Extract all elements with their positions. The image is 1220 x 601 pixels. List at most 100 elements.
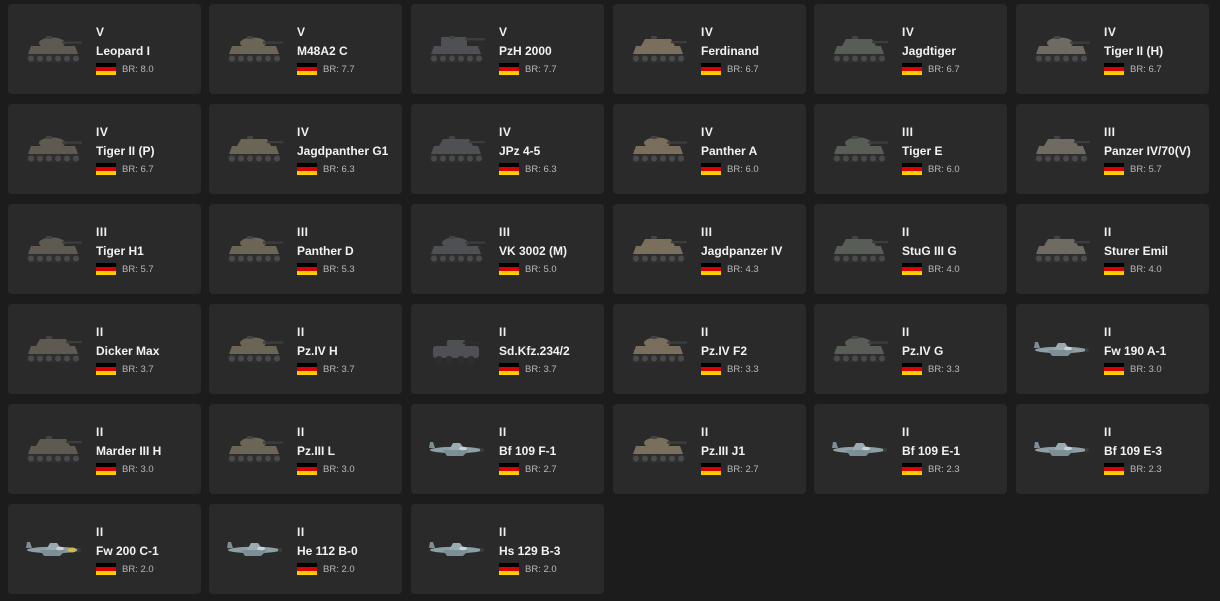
vehicle-rank: II (701, 425, 709, 439)
vehicle-card[interactable]: V M48A2 C BR: 7.7 (209, 4, 402, 94)
tank-destroyer-icon (1028, 226, 1094, 270)
vehicle-card[interactable]: II Pz.IV H BR: 3.7 (209, 304, 402, 394)
vehicle-card[interactable]: II Bf 109 E-3 BR: 2.3 (1016, 404, 1209, 494)
vehicle-rank: IV (499, 125, 512, 139)
vehicle-rank: II (96, 325, 104, 339)
vehicle-card[interactable]: II Pz.III J1 BR: 2.7 (613, 404, 806, 494)
vehicle-card[interactable]: II Dicker Max BR: 3.7 (8, 304, 201, 394)
vehicle-card[interactable]: II Fw 200 C-1 BR: 2.0 (8, 504, 201, 594)
vehicle-rank: III (1104, 125, 1116, 139)
vehicle-rank: II (499, 325, 507, 339)
germany-flag-icon (297, 263, 317, 275)
vehicle-meta: BR: 3.7 (499, 363, 557, 375)
vehicle-card[interactable]: II Sd.Kfz.234/2 BR: 3.7 (411, 304, 604, 394)
germany-flag-icon (297, 63, 317, 75)
vehicle-card[interactable]: III VK 3002 (M) BR: 5.0 (411, 204, 604, 294)
vehicle-meta: BR: 6.3 (499, 163, 557, 175)
vehicle-rank: IV (701, 25, 714, 39)
vehicle-name: Bf 109 E-3 (1104, 444, 1163, 458)
germany-flag-icon (902, 63, 922, 75)
vehicle-rank: III (701, 225, 713, 239)
germany-flag-icon (297, 563, 317, 575)
vehicle-rank: II (902, 425, 910, 439)
vehicle-meta: BR: 7.7 (499, 63, 557, 75)
vehicle-card[interactable]: II Pz.IV G BR: 3.3 (814, 304, 1007, 394)
vehicle-name: Fw 200 C-1 (96, 544, 159, 558)
vehicle-name: Marder III H (96, 444, 162, 458)
vehicle-card[interactable]: V Leopard I BR: 8.0 (8, 4, 201, 94)
germany-flag-icon (96, 563, 116, 575)
vehicle-card[interactable]: V PzH 2000 BR: 7.7 (411, 4, 604, 94)
vehicle-meta: BR: 6.0 (701, 163, 759, 175)
germany-flag-icon (96, 363, 116, 375)
germany-flag-icon (701, 463, 721, 475)
vehicle-rank: II (297, 525, 305, 539)
vehicle-card[interactable]: III Jagdpanzer IV BR: 4.3 (613, 204, 806, 294)
vehicle-card[interactable]: IV Jagdpanther G1 BR: 6.3 (209, 104, 402, 194)
vehicle-card[interactable]: II Hs 129 B-3 BR: 2.0 (411, 504, 604, 594)
vehicle-name: Leopard I (96, 44, 151, 58)
plane-icon (423, 526, 489, 570)
vehicle-meta: BR: 5.7 (1104, 163, 1162, 175)
battle-rating: BR: 3.0 (1130, 363, 1162, 375)
vehicle-rank: II (1104, 425, 1112, 439)
vehicle-meta: BR: 7.7 (297, 63, 355, 75)
vehicle-card[interactable]: II Pz.IV F2 BR: 3.3 (613, 304, 806, 394)
plane-icon (423, 426, 489, 470)
tank-icon (625, 126, 691, 170)
vehicle-card[interactable]: IV Panther A BR: 6.0 (613, 104, 806, 194)
heavy-tank-icon (826, 126, 892, 170)
battle-rating: BR: 2.0 (122, 563, 154, 575)
vehicle-card[interactable]: II Fw 190 A-1 BR: 3.0 (1016, 304, 1209, 394)
vehicle-card[interactable]: II Bf 109 E-1 BR: 2.3 (814, 404, 1007, 494)
tank-destroyer-icon (625, 226, 691, 270)
germany-flag-icon (701, 363, 721, 375)
vehicle-meta: BR: 3.3 (701, 363, 759, 375)
battle-rating: BR: 2.7 (727, 463, 759, 475)
vehicle-card[interactable]: III Tiger E BR: 6.0 (814, 104, 1007, 194)
vehicle-name: Pz.IV F2 (701, 344, 748, 358)
battle-rating: BR: 5.3 (323, 263, 355, 275)
vehicle-name: Panzer IV/70(V) (1104, 144, 1191, 158)
vehicle-card[interactable]: II Sturer Emil BR: 4.0 (1016, 204, 1209, 294)
vehicle-name: Jagdtiger (902, 44, 957, 58)
vehicle-name: Bf 109 E-1 (902, 444, 961, 458)
vehicle-card[interactable]: III Tiger H1 BR: 5.7 (8, 204, 201, 294)
vehicle-meta: BR: 6.7 (701, 63, 759, 75)
battle-rating: BR: 6.0 (928, 163, 960, 175)
vehicle-card[interactable]: IV Ferdinand BR: 6.7 (613, 4, 806, 94)
vehicle-card[interactable]: II Marder III H BR: 3.0 (8, 404, 201, 494)
vehicle-card[interactable]: II He 112 B-0 BR: 2.0 (209, 504, 402, 594)
vehicle-rank: V (96, 25, 105, 39)
vehicle-card[interactable]: II Pz.III L BR: 3.0 (209, 404, 402, 494)
vehicle-name: M48A2 C (297, 44, 348, 58)
vehicle-card[interactable]: IV Tiger II (H) BR: 6.7 (1016, 4, 1209, 94)
tank-destroyer-icon (826, 226, 892, 270)
vehicle-card[interactable]: III Panzer IV/70(V) BR: 5.7 (1016, 104, 1209, 194)
vehicle-meta: BR: 3.7 (297, 363, 355, 375)
vehicle-card[interactable]: III Panther D BR: 5.3 (209, 204, 402, 294)
battle-rating: BR: 6.3 (525, 163, 557, 175)
battle-rating: BR: 2.7 (525, 463, 557, 475)
heavy-tank-icon (1028, 26, 1094, 70)
vehicle-name: Pz.IV H (297, 344, 338, 358)
tank-icon (826, 326, 892, 370)
vehicle-meta: BR: 5.3 (297, 263, 355, 275)
germany-flag-icon (1104, 263, 1124, 275)
vehicle-card[interactable]: IV Jagdtiger BR: 6.7 (814, 4, 1007, 94)
germany-flag-icon (499, 63, 519, 75)
vehicle-meta: BR: 3.0 (1104, 363, 1162, 375)
vehicle-card[interactable]: II Bf 109 F-1 BR: 2.7 (411, 404, 604, 494)
germany-flag-icon (297, 163, 317, 175)
vehicle-meta: BR: 2.3 (1104, 463, 1162, 475)
plane-icon (1028, 326, 1094, 370)
tank-icon (625, 426, 691, 470)
vehicle-card[interactable]: IV JPz 4-5 BR: 6.3 (411, 104, 604, 194)
vehicle-card[interactable]: IV Tiger II (P) BR: 6.7 (8, 104, 201, 194)
vehicle-card[interactable]: II StuG III G BR: 4.0 (814, 204, 1007, 294)
tank-icon (625, 326, 691, 370)
vehicle-name: StuG III G (902, 244, 957, 258)
vehicle-meta: BR: 6.7 (96, 163, 154, 175)
vehicle-rank: III (297, 225, 309, 239)
vehicle-name: Bf 109 F-1 (499, 444, 557, 458)
